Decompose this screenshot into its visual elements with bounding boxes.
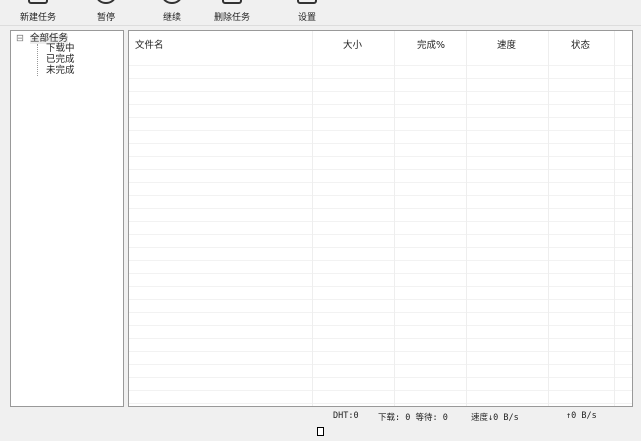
col-size[interactable]: 大小 xyxy=(343,37,362,51)
play-icon xyxy=(162,0,182,4)
tree-item-incomplete[interactable]: 未完成 xyxy=(46,66,75,76)
col-status[interactable]: 状态 xyxy=(571,37,590,51)
cursor-box xyxy=(317,427,324,436)
new-task-icon xyxy=(28,0,48,4)
collapse-icon[interactable]: ⊟ xyxy=(16,34,24,44)
pause-icon xyxy=(96,0,116,4)
table-header: 文件名 大小 完成% 速度 状态 xyxy=(129,31,632,53)
dht-status: DHT:0 xyxy=(333,411,359,421)
tree-item-downloading[interactable]: 下载中 xyxy=(46,44,75,54)
col-progress[interactable]: 完成% xyxy=(417,37,445,51)
upload-speed: ↑0 B/s xyxy=(566,411,597,421)
toolbar: 新建任务 暂停 继续 删除任务 设置 xyxy=(0,0,641,26)
col-filename[interactable]: 文件名 xyxy=(135,37,164,51)
col-speed[interactable]: 速度 xyxy=(497,37,516,51)
task-table: 文件名 大小 完成% 速度 状态 xyxy=(128,30,633,407)
gear-icon xyxy=(297,0,317,4)
delete-icon xyxy=(222,0,242,4)
download-count: 下载: 0 等待: 0 xyxy=(378,413,448,423)
tree-item-completed[interactable]: 已完成 xyxy=(46,55,75,65)
download-speed: 速度↓0 B/s xyxy=(471,413,519,423)
task-tree: ⊟ 全部任务 下载中 已完成 未完成 xyxy=(10,30,124,407)
